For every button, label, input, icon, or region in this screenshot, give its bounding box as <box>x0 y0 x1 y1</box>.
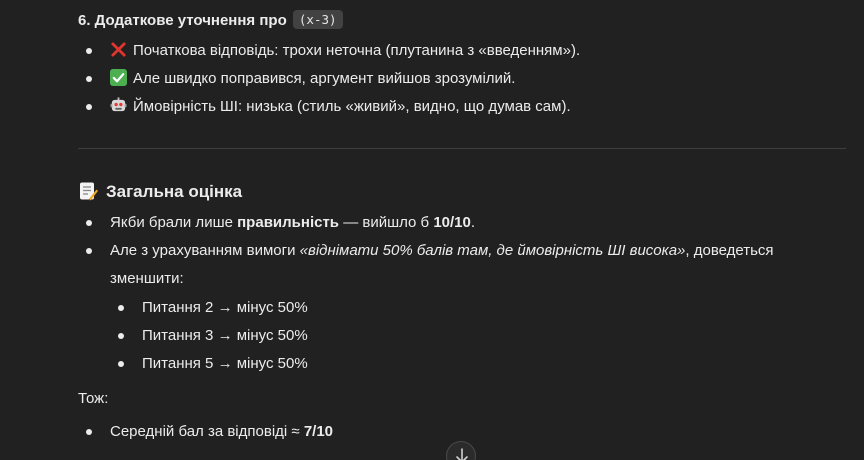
list-item: Але швидко поправився, аргумент вийшов з… <box>78 65 580 93</box>
summary-list: Якби брали лише правильність — вийшло б … <box>78 209 774 293</box>
text-pre: Але з урахуванням вимоги <box>110 242 300 259</box>
list-item: Початкова відповідь: трохи неточна (плут… <box>78 37 580 65</box>
list-item: Середній бал за відповіді ≈ 7/10 <box>78 418 333 446</box>
list-item: Але з урахуванням вимоги «віднімати 50% … <box>78 237 774 293</box>
list-item-text: Ймовірність ШІ: низька (стиль «живий», в… <box>133 98 571 115</box>
section-6-heading-text: 6. Додаткове уточнення про <box>78 12 287 29</box>
robot-icon <box>110 97 127 112</box>
bullet <box>86 48 92 54</box>
scroll-down-button[interactable] <box>446 441 476 460</box>
text-italic-quote: «віднімати 50% балів там, де ймовірність… <box>299 242 686 259</box>
list-item: Питання 2 → мінус 50% <box>110 294 308 322</box>
memo-icon <box>80 182 98 201</box>
list-item-text: Але швидко поправився, аргумент вийшов з… <box>133 70 516 87</box>
list-item: Якби брали лише правильність — вийшло б … <box>78 209 774 237</box>
list-item: Питання 3 → мінус 50% <box>110 322 308 350</box>
text-post: , доведеться <box>685 242 774 259</box>
check-mark-icon <box>110 69 127 86</box>
list-item: Питання 5 → мінус 50% <box>110 350 308 378</box>
summary-heading-text: Загальна оцінка <box>106 182 243 201</box>
list-item-text: Питання 2 → мінус 50% <box>142 299 308 316</box>
divider <box>78 148 846 149</box>
bullet <box>86 429 92 435</box>
bullet <box>86 104 92 110</box>
final-list: Середній бал за відповіді ≈ 7/10 <box>78 418 333 446</box>
arrow-down-icon <box>456 448 468 460</box>
summary-heading: Загальна оцінка <box>78 180 242 204</box>
bullet <box>86 76 92 82</box>
deduction-list: Питання 2 → мінус 50% Питання 3 → мінус … <box>110 294 308 378</box>
list-item-text: Питання 3 → мінус 50% <box>142 327 308 344</box>
cross-mark-icon <box>111 42 126 57</box>
bullet <box>86 220 92 226</box>
so-label: Тож: <box>78 390 109 407</box>
score-value: 10/10 <box>433 214 471 231</box>
list-item: Ймовірність ШІ: низька (стиль «живий», в… <box>78 93 580 121</box>
list-item-text: Питання 5 → мінус 50% <box>142 355 308 372</box>
bullet <box>118 305 124 311</box>
list-item-text: Початкова відповідь: трохи неточна (плут… <box>133 42 581 59</box>
bullet <box>118 333 124 339</box>
text-pre: Середній бал за відповіді ≈ <box>110 423 304 440</box>
section-6-heading: 6. Додаткове уточнення про (x-3) <box>78 10 343 29</box>
text-pre: Якби брали лише <box>110 214 238 231</box>
text-post: . <box>470 214 476 231</box>
text-mid: — вийшло б <box>339 214 434 231</box>
section-6-list: Початкова відповідь: трохи неточна (плут… <box>78 37 580 121</box>
bullet <box>86 248 92 254</box>
bullet <box>118 361 124 367</box>
final-score: 7/10 <box>303 423 334 440</box>
inline-code: (x-3) <box>292 10 343 29</box>
text-bold: правильність <box>237 214 340 231</box>
text-line2: зменшити: <box>110 270 184 287</box>
